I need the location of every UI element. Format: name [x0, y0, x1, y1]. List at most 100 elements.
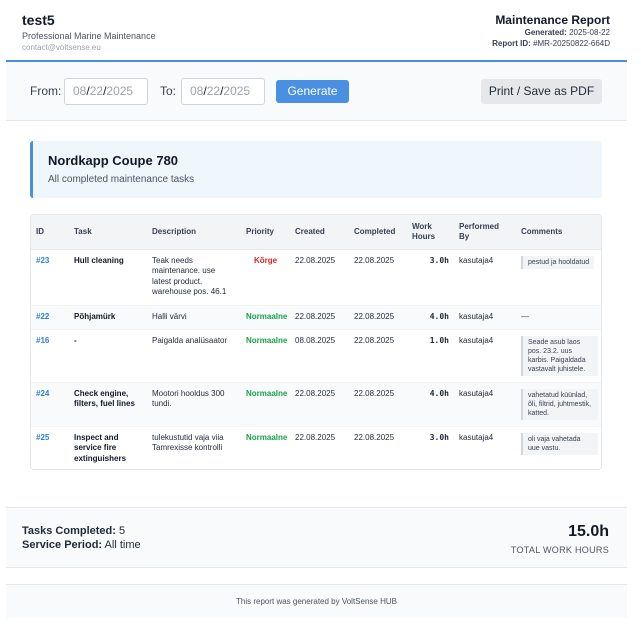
report-footer: This report was generated by VoltSense H…: [6, 584, 627, 618]
generate-button[interactable]: Generate: [276, 80, 349, 103]
task-name: Hull cleaning: [69, 249, 147, 306]
total-hours-block: 15.0h TOTAL WORK HOURS: [511, 522, 609, 556]
task-id-link[interactable]: #23: [36, 256, 49, 265]
priority-badge: Normaalne: [241, 426, 290, 469]
work-hours: 3.0h: [407, 426, 454, 469]
created-date: 22.08.2025: [290, 382, 349, 427]
work-hours: 1.0h: [407, 329, 454, 383]
from-day[interactable]: 22: [90, 84, 103, 98]
report-id-label: Report ID:: [492, 39, 531, 48]
print-pdf-button[interactable]: Print / Save as PDF: [481, 79, 602, 104]
task-description: Teak needs maintenance. use latest produ…: [147, 249, 241, 306]
report-id-value: #MR-20250822-664D: [533, 39, 610, 48]
tasks-completed: Tasks Completed: 5: [22, 524, 141, 538]
service-period-label: Service Period:: [22, 539, 103, 551]
report-generated: Generated: 2025-08-22: [492, 27, 610, 38]
completed-date: 22.08.2025: [349, 426, 407, 469]
task-id-link[interactable]: #16: [36, 336, 49, 345]
table-row: #24 Check engine, filters, fuel lines Mo…: [31, 382, 601, 427]
performed-by: kasutaja4: [454, 426, 516, 469]
total-hours-value: 15.0h: [568, 523, 609, 540]
to-date-input[interactable]: 08/22/2025: [181, 78, 265, 105]
priority-badge: Normaalne: [241, 382, 290, 427]
task-description: Halli värvi: [147, 305, 241, 330]
vessel-subtitle: All completed maintenance tasks: [48, 174, 195, 185]
report-page: test5 Professional Marine Maintenance co…: [0, 0, 641, 627]
completed-date: 22.08.2025: [349, 329, 407, 383]
col-completed: Completed: [349, 215, 407, 250]
table-row: #16 - Paigalda analüsaator Normaalne 08.…: [31, 329, 601, 383]
completed-date: 22.08.2025: [349, 382, 407, 427]
performed-by: kasutaja4: [454, 249, 516, 306]
vessel-name: Nordkapp Coupe 780: [48, 153, 179, 168]
col-performed-by: Performed By: [454, 215, 516, 250]
task-id-link[interactable]: #24: [36, 389, 49, 398]
created-date: 22.08.2025: [290, 426, 349, 469]
table-row: #25 Inspect and service fire extinguishe…: [31, 426, 601, 469]
performed-by: kasutaja4: [454, 329, 516, 383]
comment-box: oli vaja vahetada uue vastu.: [521, 432, 598, 455]
created-date: 08.08.2025: [290, 329, 349, 383]
work-hours: 4.0h: [407, 382, 454, 427]
service-period: Service Period: All time: [22, 538, 141, 552]
priority-badge: Kõrge: [241, 249, 290, 306]
priority-badge: Normaalne: [241, 305, 290, 330]
company-contact: contact@voltsense.eu: [22, 43, 101, 52]
col-task: Task: [69, 215, 147, 250]
completed-date: 22.08.2025: [349, 305, 407, 330]
table-row: #23 Hull cleaning Teak needs maintenance…: [31, 249, 601, 306]
work-hours: 4.0h: [407, 305, 454, 330]
from-label: From:: [30, 84, 62, 98]
to-month[interactable]: 08: [190, 84, 203, 98]
performed-by: kasutaja4: [454, 382, 516, 427]
report-header: test5 Professional Marine Maintenance co…: [6, 0, 627, 62]
comment-box: Seade asub laos pos. 23.2. uus karbis. P…: [521, 335, 598, 376]
summary-stats: Tasks Completed: 5 Service Period: All t…: [22, 524, 141, 552]
tasks-table: ID Task Description Priority Created Com…: [30, 214, 602, 470]
tasks-completed-label: Tasks Completed:: [22, 525, 116, 537]
col-comments: Comments: [516, 215, 601, 250]
task-name: Check engine, filters, fuel lines: [69, 382, 147, 427]
table-header-row: ID Task Description Priority Created Com…: [31, 215, 601, 250]
created-date: 22.08.2025: [290, 305, 349, 330]
work-hours: 3.0h: [407, 249, 454, 306]
vessel-card: Nordkapp Coupe 780 All completed mainten…: [30, 141, 602, 198]
from-date-input[interactable]: 08/22/2025: [64, 78, 148, 105]
report-meta: Maintenance Report Generated: 2025-08-22…: [492, 13, 610, 49]
from-month[interactable]: 08: [73, 84, 86, 98]
to-label: To:: [160, 84, 177, 98]
to-year[interactable]: 2025: [223, 84, 250, 98]
task-name: Inspect and service fire extinguishers: [69, 426, 147, 469]
company-tagline: Professional Marine Maintenance: [22, 31, 156, 41]
completed-date: 22.08.2025: [349, 249, 407, 306]
from-year[interactable]: 2025: [106, 84, 133, 98]
generated-label: Generated:: [524, 28, 567, 37]
to-day[interactable]: 22: [207, 84, 220, 98]
task-name: -: [69, 329, 147, 383]
report-id: Report ID: #MR-20250822-664D: [492, 38, 610, 49]
company-name: test5: [22, 12, 55, 28]
task-id-link[interactable]: #22: [36, 312, 49, 321]
summary-bar: Tasks Completed: 5 Service Period: All t…: [6, 507, 627, 568]
comment-empty: —: [516, 305, 601, 330]
priority-badge: Normaalne: [241, 329, 290, 383]
tasks-completed-value: 5: [119, 525, 126, 537]
date-controls: From: 08/22/2025 To: 08/22/2025 Generate…: [6, 62, 627, 121]
generated-value: 2025-08-22: [569, 28, 610, 37]
comment-box: pestud ja hooldatud: [521, 255, 595, 269]
col-id: ID: [31, 215, 69, 250]
col-created: Created: [290, 215, 349, 250]
performed-by: kasutaja4: [454, 305, 516, 330]
col-priority: Priority: [241, 215, 290, 250]
col-description: Description: [147, 215, 241, 250]
task-description: Mootori hooldus 300 tundi.: [147, 382, 241, 427]
total-hours-label: TOTAL WORK HOURS: [510, 545, 609, 555]
service-period-value: All time: [104, 539, 141, 551]
task-description: Paigalda analüsaator: [147, 329, 241, 383]
company-block: test5 Professional Marine Maintenance co…: [22, 12, 156, 53]
task-name: Põhjamürk: [69, 305, 147, 330]
table-row: #22 Põhjamürk Halli värvi Normaalne 22.0…: [31, 305, 601, 330]
col-work-hours: Work Hours: [407, 215, 454, 250]
created-date: 22.08.2025: [290, 249, 349, 306]
task-id-link[interactable]: #25: [36, 433, 49, 442]
